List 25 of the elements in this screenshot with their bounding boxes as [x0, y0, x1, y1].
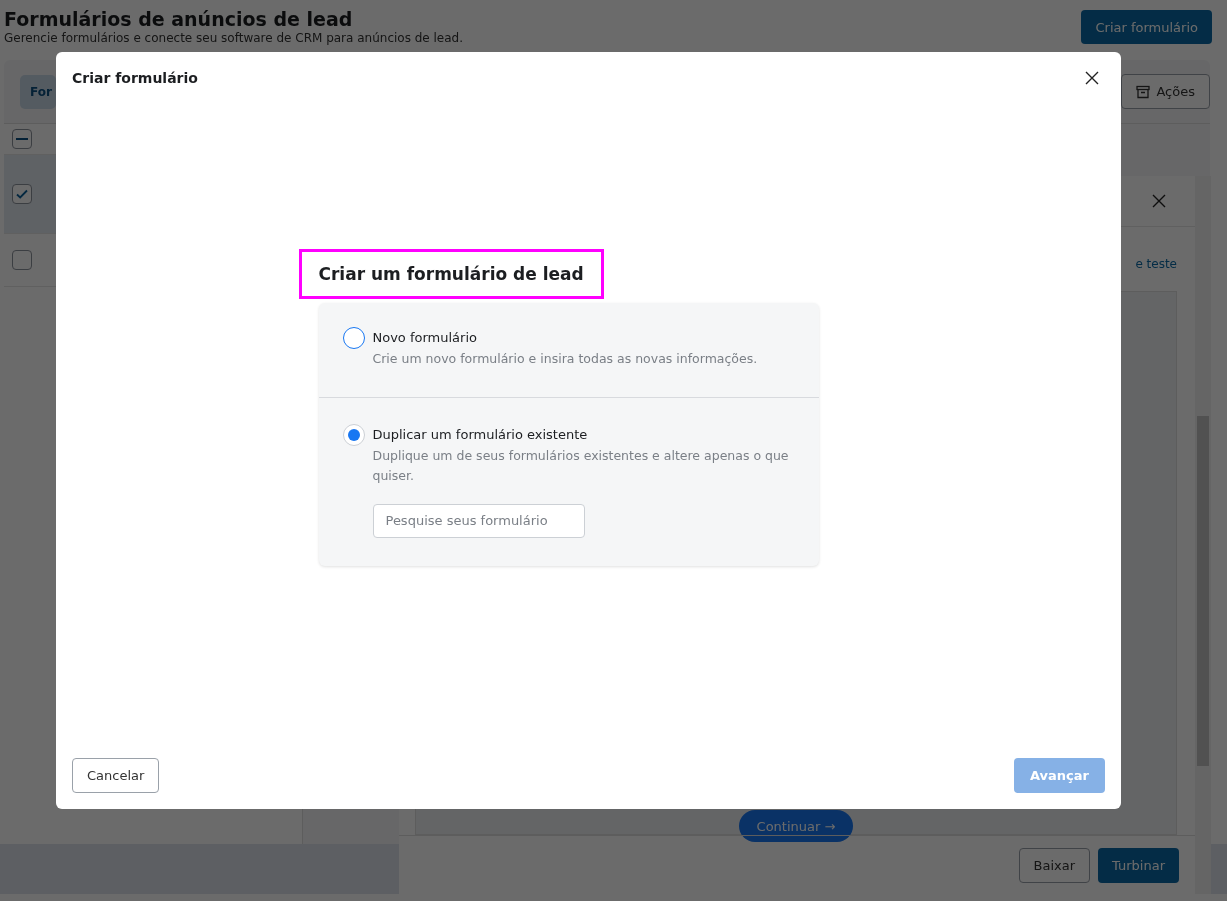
create-form-button[interactable]: Criar formulário	[1081, 10, 1212, 44]
page-subtitle: Gerencie formulários e conecte seu software de CRM para anúncios de lead.	[4, 31, 464, 45]
option-description: Crie um novo formulário e insira todas as novas informações.	[372, 349, 758, 368]
option-label[interactable]: Novo formulário	[372, 326, 477, 349]
forms-tab[interactable]: For	[20, 74, 56, 109]
checkmark-icon	[15, 187, 29, 201]
continue-button[interactable]: Continuar →	[738, 810, 854, 842]
scrollbar[interactable]	[1195, 176, 1211, 894]
test-link[interactable]: e teste	[1135, 257, 1177, 271]
option-description: Duplique um de seus formulários existentes e altere apenas o que quiser.	[372, 446, 790, 485]
archive-icon	[1136, 84, 1151, 99]
drawer-button[interactable]: Turbinar	[1098, 847, 1179, 883]
select-all-checkbox[interactable]	[12, 129, 32, 149]
row-checkbox[interactable]	[12, 184, 32, 204]
radio-button[interactable]	[342, 326, 365, 349]
dialog-title: Criar formulário	[72, 70, 198, 86]
drawer-button[interactable]: Baixar	[1018, 847, 1091, 883]
page-title: Formulários de anúncios de lead	[4, 8, 354, 30]
search-field[interactable]: Pesquise seus formulário	[372, 503, 585, 538]
cancel-button[interactable]: Cancelar	[72, 758, 160, 793]
actions-button[interactable]: Ações	[1121, 74, 1210, 109]
close-icon[interactable]	[1085, 71, 1099, 85]
dialog-heading: Criar um formulário de lead	[298, 248, 604, 299]
row-checkbox[interactable]	[12, 250, 32, 270]
option-label[interactable]: Duplicar um formulário existente	[372, 423, 588, 446]
